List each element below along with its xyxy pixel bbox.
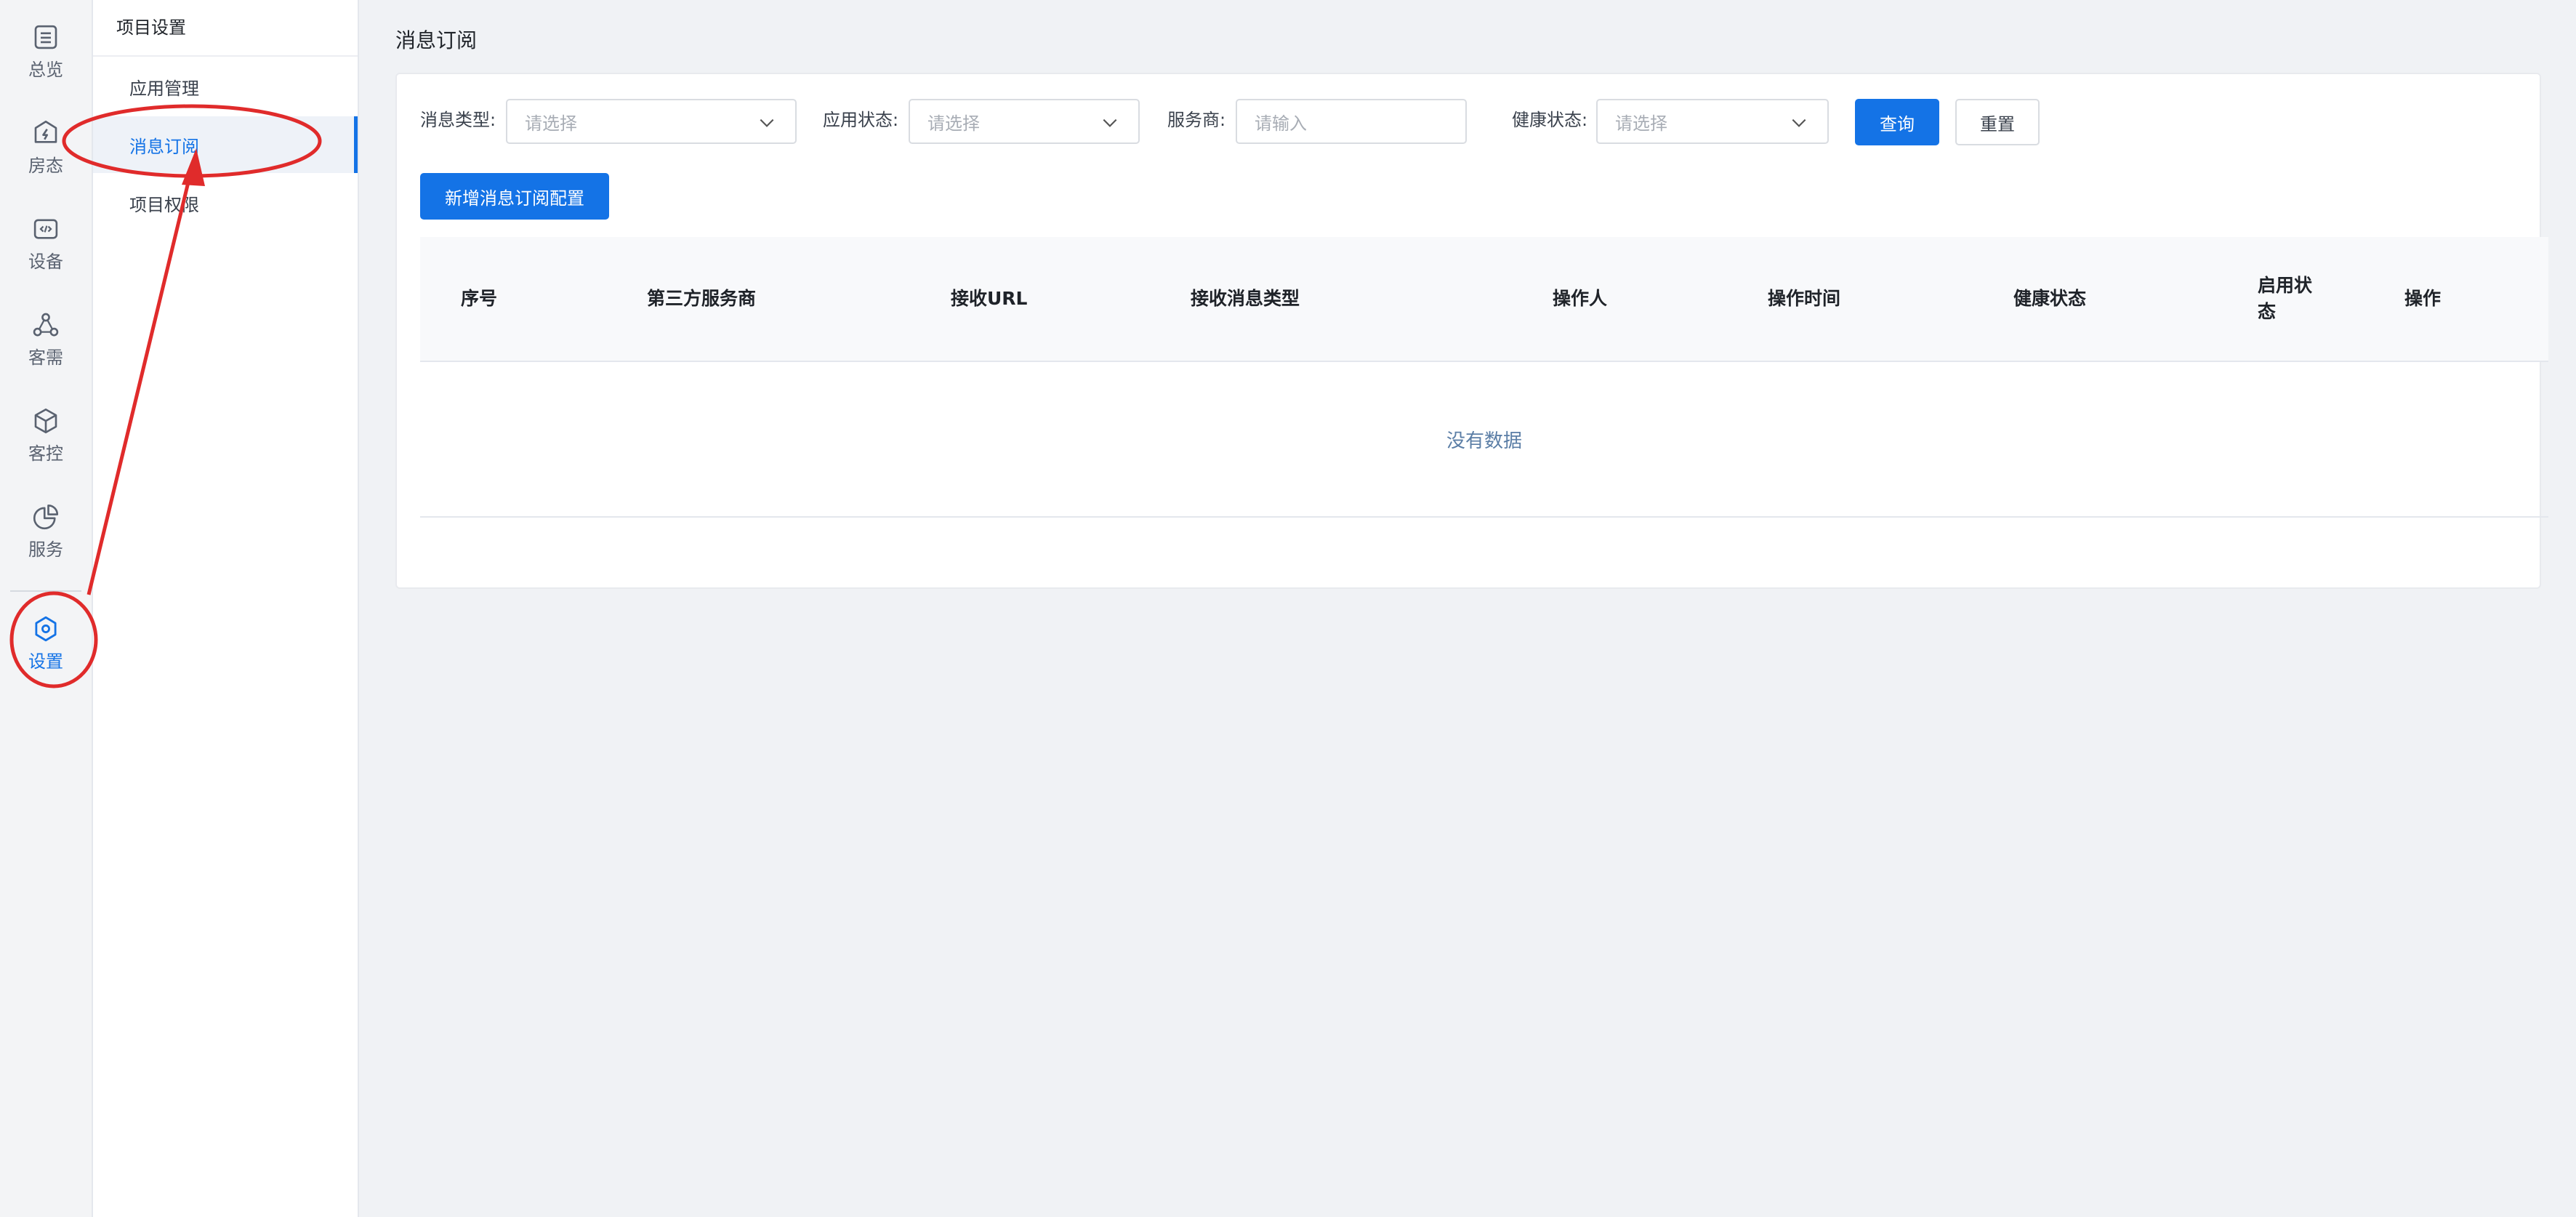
chevron-down-icon bbox=[1792, 119, 1806, 127]
provider-placeholder: 请输入 bbox=[1255, 113, 1307, 134]
hexagon-settings-icon bbox=[35, 616, 57, 642]
column-header-message-type: 接收消息类型 bbox=[1191, 288, 1300, 309]
app-status-label: 应用状态: bbox=[823, 110, 899, 130]
column-header-provider: 第三方服务商 bbox=[647, 288, 757, 309]
provider-label: 服务商: bbox=[1167, 110, 1226, 130]
column-header-enable-status: 启用状 bbox=[2258, 275, 2313, 296]
nodes-icon bbox=[33, 313, 59, 337]
app-status-placeholder: 请选择 bbox=[927, 113, 980, 134]
message-type-label: 消息类型: bbox=[420, 110, 496, 130]
column-header-actions: 操作 bbox=[2404, 288, 2442, 309]
column-header-index: 序号 bbox=[461, 288, 498, 309]
column-header-health-status: 健康状态 bbox=[2013, 288, 2087, 309]
rail-label: 服务 bbox=[28, 539, 63, 560]
rail-label: 客需 bbox=[28, 348, 63, 368]
rail-item-overview[interactable]: 总览 bbox=[0, 22, 92, 102]
submenu-item-message-subscription[interactable]: 消息订阅 bbox=[93, 116, 358, 173]
health-status-placeholder: 请选择 bbox=[1615, 113, 1667, 134]
code-icon bbox=[33, 219, 58, 239]
column-header-url: 接收URL bbox=[951, 288, 1028, 309]
submenu-title: 项目设置 bbox=[116, 17, 186, 38]
message-type-placeholder: 请选择 bbox=[525, 113, 577, 134]
message-type-select[interactable]: 请选择 bbox=[506, 99, 797, 144]
health-status-select[interactable]: 请选择 bbox=[1596, 99, 1829, 144]
rail-label: 客控 bbox=[28, 443, 63, 464]
table-empty-state: 没有数据 bbox=[1446, 430, 1522, 452]
health-status-label: 健康状态: bbox=[1512, 110, 1588, 130]
rail-label: 房态 bbox=[28, 156, 63, 176]
pie-chart-icon bbox=[33, 504, 59, 530]
provider-input[interactable]: 请输入 bbox=[1236, 99, 1467, 144]
project-settings-menu: 项目设置 应用管理 消息订阅 项目权限 bbox=[93, 0, 359, 1217]
rail-item-settings[interactable]: 设置 bbox=[0, 614, 92, 694]
column-header-operator: 操作人 bbox=[1553, 288, 1608, 309]
rail-label: 设置 bbox=[28, 651, 63, 672]
rail-item-guest-needs[interactable]: 客需 bbox=[0, 310, 92, 390]
rail-divider bbox=[10, 590, 81, 592]
bolt-icon bbox=[34, 120, 57, 143]
chevron-down-icon bbox=[1103, 119, 1117, 127]
icon-rail: 总览 房态 设备 客需 客控 服务 设置 bbox=[0, 0, 93, 1217]
rail-label: 总览 bbox=[28, 60, 63, 80]
submenu-divider bbox=[93, 55, 358, 57]
cube-icon bbox=[34, 408, 57, 434]
page-title: 消息订阅 bbox=[395, 28, 478, 52]
submenu-item-label: 项目权限 bbox=[129, 194, 199, 215]
column-header-operate-time: 操作时间 bbox=[1768, 288, 1841, 309]
rail-item-room-status[interactable]: 房态 bbox=[0, 118, 92, 198]
submenu-item-label: 消息订阅 bbox=[129, 136, 199, 157]
chevron-down-icon bbox=[760, 119, 774, 127]
reset-button[interactable]: 重置 bbox=[1955, 99, 2040, 145]
submenu-item-app-management[interactable]: 应用管理 bbox=[93, 58, 358, 115]
submenu-item-label: 应用管理 bbox=[129, 78, 199, 99]
list-icon bbox=[34, 25, 57, 49]
rail-label: 设备 bbox=[28, 252, 63, 272]
table-bottom-divider bbox=[420, 516, 2548, 518]
add-subscription-button[interactable]: 新增消息订阅配置 bbox=[420, 173, 609, 220]
rail-item-guest-control[interactable]: 客控 bbox=[0, 406, 92, 486]
app-status-select[interactable]: 请选择 bbox=[909, 99, 1140, 144]
column-header-enable-status-wrap: 态 bbox=[2258, 301, 2277, 322]
rail-item-devices[interactable]: 设备 bbox=[0, 214, 92, 294]
submenu-item-project-permissions[interactable]: 项目权限 bbox=[93, 174, 358, 231]
rail-item-services[interactable]: 服务 bbox=[0, 502, 92, 582]
query-button[interactable]: 查询 bbox=[1855, 99, 1939, 145]
